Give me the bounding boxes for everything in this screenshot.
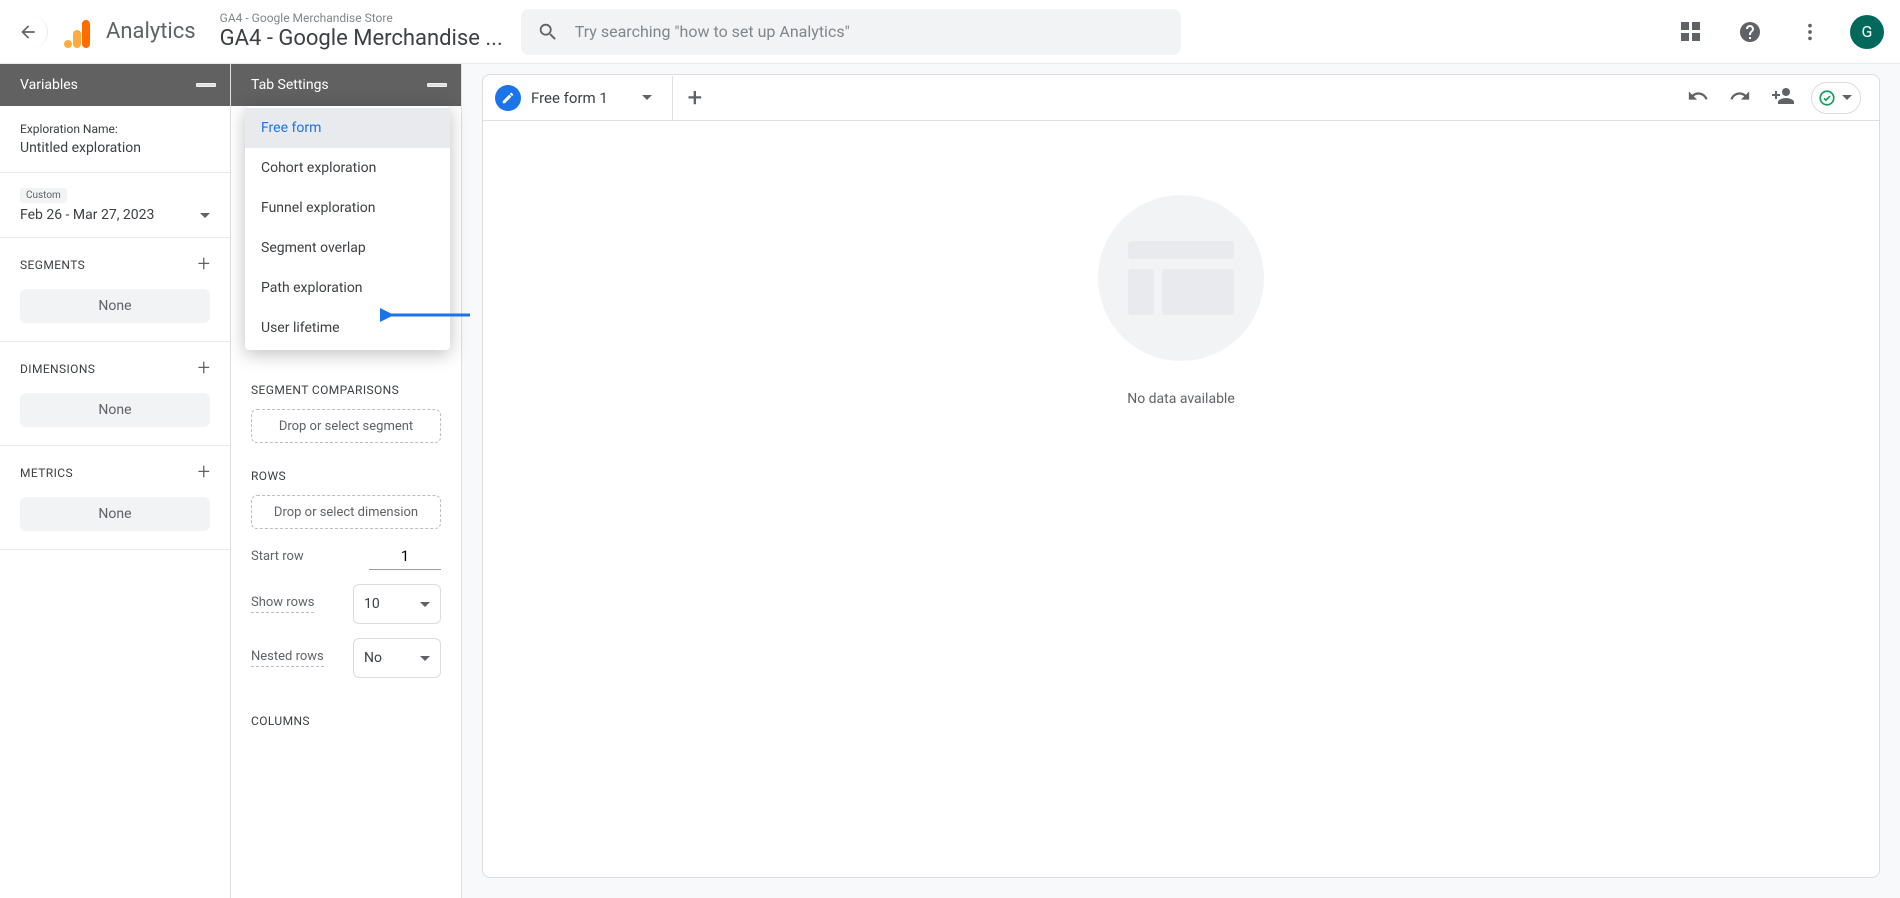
more-button[interactable]: [1790, 12, 1830, 52]
avatar-initial: G: [1862, 22, 1873, 41]
minimize-icon: [427, 83, 447, 87]
property-big-label: GA4 - Google Merchandise ...: [220, 26, 503, 52]
top-bar: Analytics GA4 - Google Merchandise Store…: [0, 0, 1900, 64]
variables-header: Variables: [0, 64, 230, 106]
dimensions-section: DIMENSIONS + None: [0, 342, 230, 446]
segments-none-box[interactable]: None: [20, 289, 210, 323]
metrics-title: METRICS: [20, 466, 73, 480]
segments-title: SEGMENTS: [20, 258, 85, 272]
nested-rows-select[interactable]: No: [353, 638, 441, 678]
add-metric-button[interactable]: +: [198, 460, 210, 485]
columns-label: COLUMNS: [251, 714, 441, 728]
help-icon: [1738, 20, 1762, 44]
arrow-left-icon: [18, 22, 38, 42]
show-rows-select[interactable]: 10: [353, 584, 441, 624]
analytics-logo-icon: [64, 16, 92, 48]
date-range-text: Feb 26 - Mar 27, 2023: [20, 207, 154, 223]
nested-rows-label: Nested rows: [251, 649, 324, 667]
add-segment-button[interactable]: +: [198, 252, 210, 277]
date-chip: Custom: [20, 188, 67, 203]
chevron-down-icon: [420, 656, 430, 661]
technique-option-segment-overlap[interactable]: Segment overlap: [245, 228, 450, 268]
check-circle-icon: [1818, 89, 1836, 107]
redo-icon: [1729, 85, 1751, 107]
variables-panel: Variables Exploration Name: Untitled exp…: [0, 64, 231, 898]
nested-rows-value: No: [364, 650, 382, 666]
chevron-down-icon: [420, 602, 430, 607]
canvas-tab-name[interactable]: Free form 1: [531, 89, 608, 107]
dimensions-none-box[interactable]: None: [20, 393, 210, 427]
status-pill[interactable]: [1811, 82, 1861, 114]
undo-icon: [1687, 85, 1709, 107]
back-button[interactable]: [16, 16, 48, 48]
technique-option-user-lifetime[interactable]: User lifetime: [245, 308, 450, 348]
chevron-down-icon: [200, 213, 210, 218]
canvas-tab-bar: Free form 1 +: [483, 75, 1879, 121]
person-add-icon: [1771, 84, 1795, 108]
tab-settings-title: Tab Settings: [251, 77, 329, 93]
date-range-section[interactable]: Custom Feb 26 - Mar 27, 2023: [0, 173, 230, 238]
tab-settings-header: Tab Settings: [231, 64, 461, 106]
property-small-label: GA4 - Google Merchandise Store: [220, 11, 503, 25]
canvas-area: Free form 1 +: [462, 64, 1900, 898]
edit-tab-button[interactable]: [495, 85, 521, 111]
show-rows-label: Show rows: [251, 595, 314, 613]
empty-placeholder-icon: [1098, 195, 1264, 361]
user-avatar[interactable]: G: [1850, 15, 1884, 49]
help-button[interactable]: [1730, 12, 1770, 52]
technique-option-funnel[interactable]: Funnel exploration: [245, 188, 450, 228]
top-right-actions: G: [1670, 12, 1884, 52]
technique-option-cohort[interactable]: Cohort exploration: [245, 148, 450, 188]
technique-option-free-form[interactable]: Free form: [245, 108, 450, 148]
pencil-icon: [501, 91, 515, 105]
undo-button[interactable]: [1683, 81, 1713, 115]
property-selector[interactable]: GA4 - Google Merchandise Store GA4 - Goo…: [220, 11, 503, 52]
metrics-section: METRICS + None: [0, 446, 230, 550]
minimize-tabsettings-button[interactable]: [427, 83, 447, 87]
dimensions-title: DIMENSIONS: [20, 362, 95, 376]
share-button[interactable]: [1767, 80, 1799, 116]
rows-label: ROWS: [251, 469, 441, 483]
minimize-icon: [196, 83, 216, 87]
more-vert-icon: [1799, 21, 1821, 43]
start-row-input[interactable]: [369, 543, 441, 570]
empty-state: No data available: [1098, 195, 1264, 407]
search-icon: [537, 21, 559, 43]
exploration-name-section[interactable]: Exploration Name: Untitled exploration: [0, 106, 230, 173]
empty-text: No data available: [1098, 391, 1264, 407]
tab-settings-panel: Tab Settings TECHNIQUE Free form Cohort …: [231, 64, 462, 898]
segment-drop-area[interactable]: Drop or select segment: [251, 409, 441, 443]
start-row-label: Start row: [251, 549, 304, 564]
technique-dropdown: Free form Cohort exploration Funnel expl…: [245, 106, 450, 350]
apps-grid-icon: [1681, 22, 1700, 41]
redo-button[interactable]: [1725, 81, 1755, 115]
canvas-frame: Free form 1 +: [482, 74, 1880, 878]
logo-block[interactable]: Analytics: [64, 16, 196, 48]
apps-button[interactable]: [1670, 12, 1710, 52]
analytics-title: Analytics: [106, 19, 196, 44]
variables-title: Variables: [20, 77, 78, 93]
chevron-down-icon: [1842, 95, 1852, 100]
exploration-name-value: Untitled exploration: [20, 140, 210, 156]
rows-drop-area[interactable]: Drop or select dimension: [251, 495, 441, 529]
segments-section: SEGMENTS + None: [0, 238, 230, 342]
add-tab-button[interactable]: +: [673, 83, 717, 113]
search-placeholder-text: Try searching "how to set up Analytics": [575, 22, 850, 41]
add-dimension-button[interactable]: +: [198, 356, 210, 381]
exploration-name-label: Exploration Name:: [20, 122, 210, 136]
metrics-none-box[interactable]: None: [20, 497, 210, 531]
tab-dropdown-button[interactable]: [642, 95, 652, 100]
technique-option-path[interactable]: Path exploration: [245, 268, 450, 308]
segment-comparisons-label: SEGMENT COMPARISONS: [251, 383, 441, 397]
show-rows-value: 10: [364, 596, 380, 612]
search-bar[interactable]: Try searching "how to set up Analytics": [521, 9, 1181, 55]
minimize-variables-button[interactable]: [196, 83, 216, 87]
